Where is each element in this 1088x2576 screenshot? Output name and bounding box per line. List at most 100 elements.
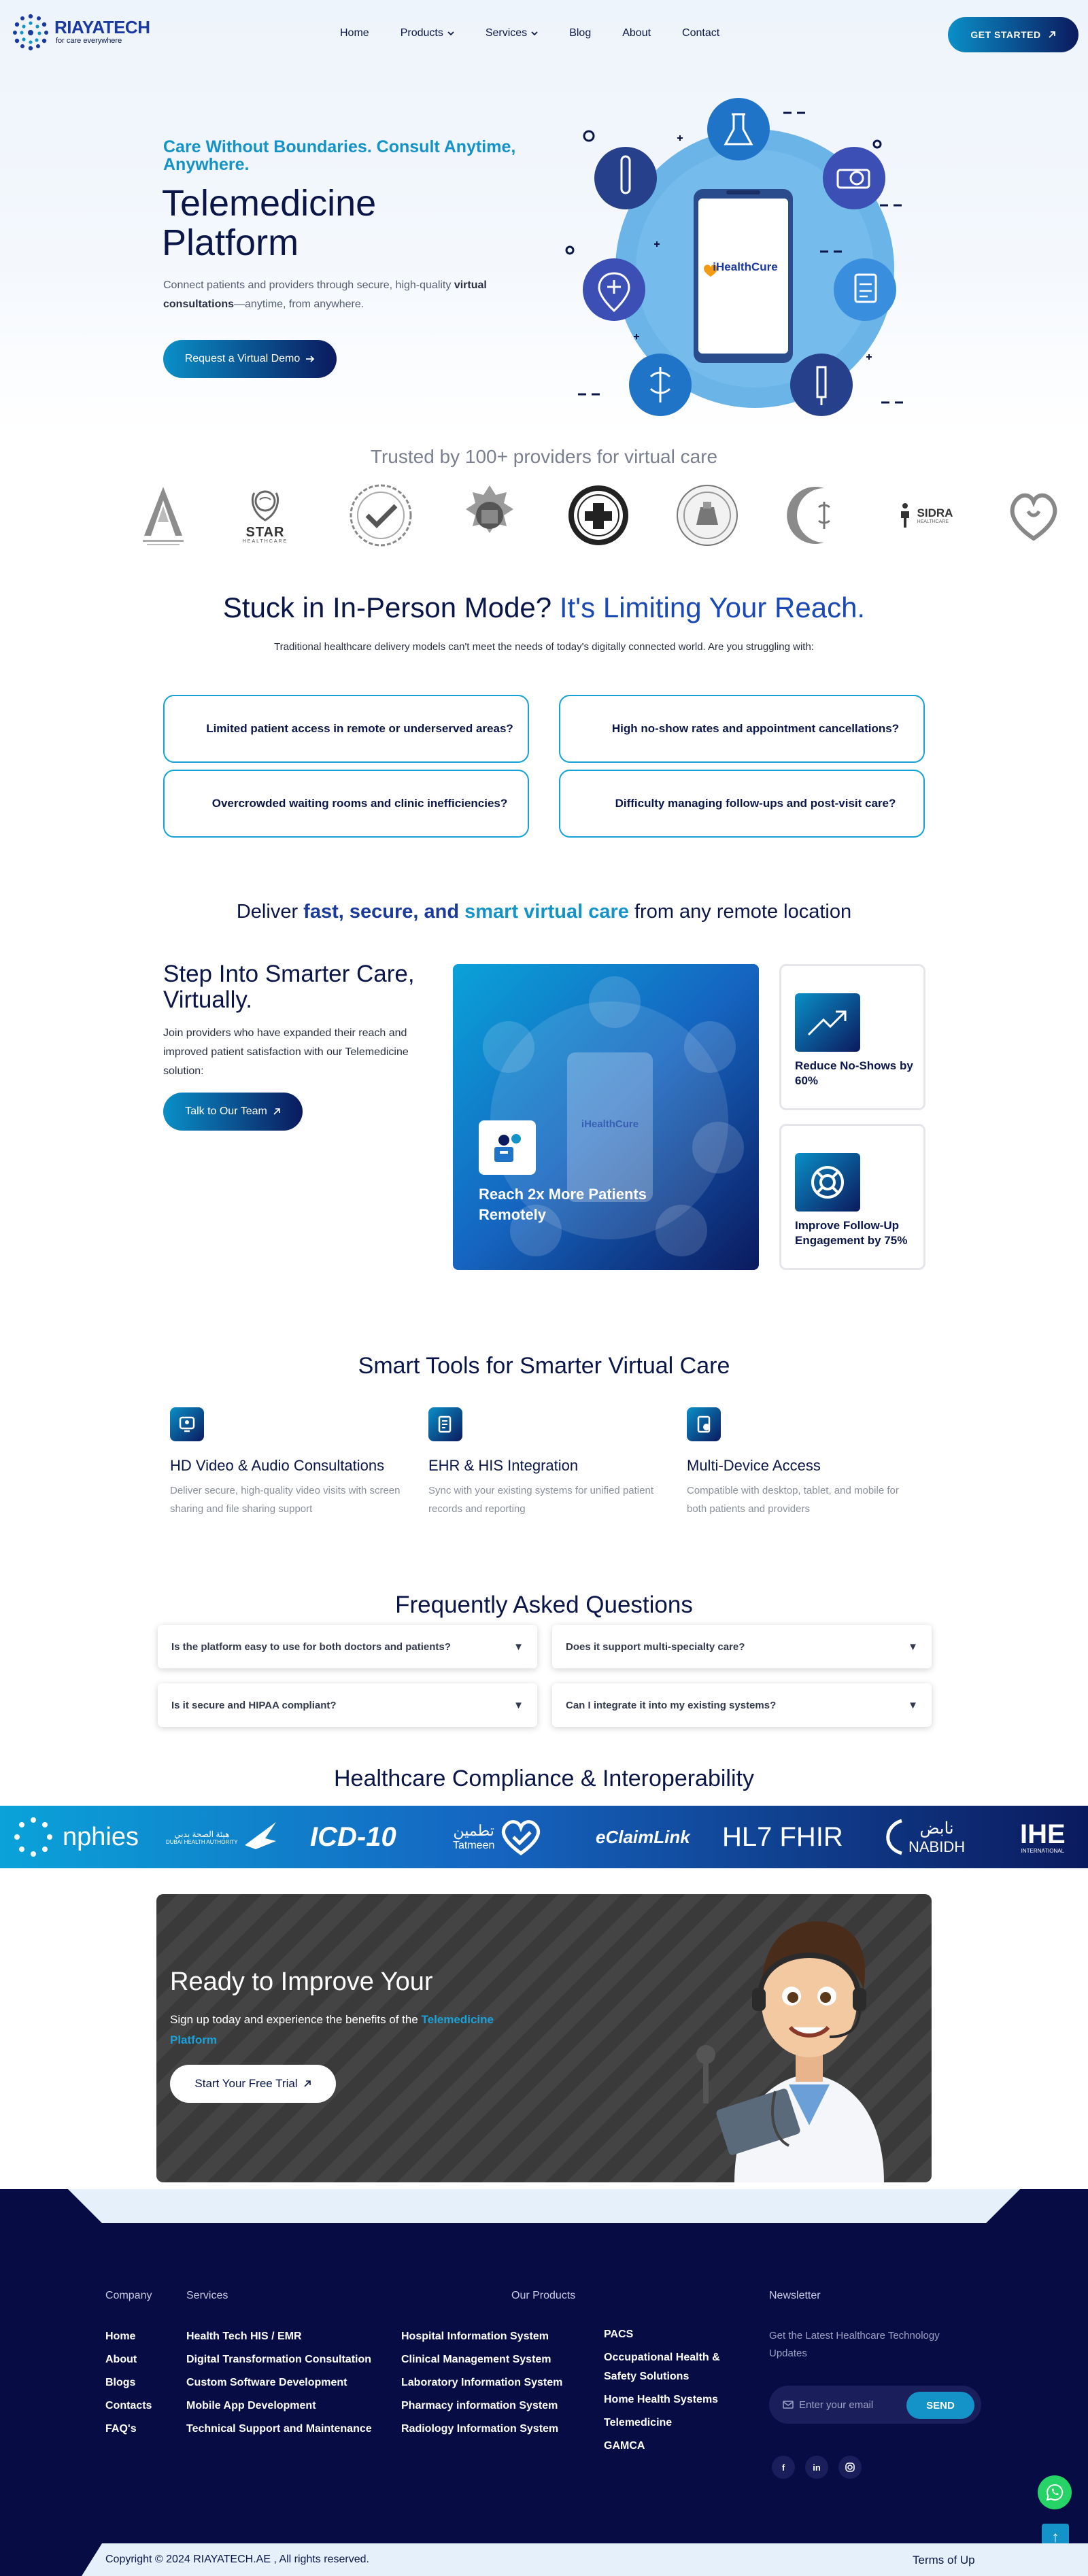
care-logo [1010,493,1057,541]
nav-home[interactable]: Home [340,27,369,39]
faq-item[interactable]: Is it secure and HIPAA compliant? ▼ [158,1683,537,1727]
footer-link[interactable]: GAMCA [604,2437,740,2456]
footer-link[interactable]: PACS [604,2325,740,2344]
footer-link[interactable]: FAQ's [105,2418,152,2441]
footer-services-heading: Services [186,2290,228,2301]
nav-blog[interactable]: Blog [569,27,591,39]
feature-card-label: Reduce No-Shows by 60% [795,1059,913,1087]
sidra-text: SIDRA [917,506,953,519]
hospital-seal-logo [677,485,738,546]
hero-illustration: iHealthCure [565,98,903,416]
arrow-up-right-icon [1048,31,1055,38]
sha-logo [143,487,184,545]
dha-arabic: هيئة الصحة بدبي [174,1829,230,1839]
logo-icon [13,14,48,51]
brand-logo[interactable]: RIAYATECH for care everywhere [11,12,150,52]
faq-item[interactable]: Can I integrate it into my existing syst… [552,1683,932,1727]
faq-question: Does it support multi-specialty care? [566,1641,745,1653]
whatsapp-icon[interactable] [1038,2475,1072,2509]
email-placeholder: Enter your email [799,2399,874,2411]
footer-link[interactable]: Blogs [105,2371,152,2394]
tatmeen-logo: تطمين Tatmeen [453,1806,543,1868]
get-started-button[interactable]: GET STARTED [948,17,1078,52]
doctor-icon [479,1120,536,1175]
heart-check-icon [502,1820,541,1856]
sidra-logo: SIDRA HEALTHCARE [884,481,966,549]
caret-down-icon: ▼ [513,1641,524,1653]
doctor-illustration [696,1921,884,2182]
records-icon [428,1407,462,1441]
tools-heading: Smart Tools for Smarter Virtual Care [358,1353,730,1379]
footer-link[interactable]: About [105,2348,152,2371]
caret-down-icon: ▼ [908,1699,918,1711]
footer-link[interactable]: Home Health Systems [604,2390,740,2409]
footer-company-heading: Company [105,2290,152,2301]
start-free-trial-button[interactable]: Start Your Free Trial [170,2065,336,2103]
talk-to-team-button[interactable]: Talk to Our Team [163,1093,303,1131]
nav-services[interactable]: Services [486,27,538,39]
footer-link[interactable]: Occupational Health & Safety Solutions [604,2348,740,2386]
ihe-logo: IHE INTERNATIONAL [1020,1806,1066,1868]
cta-title: Ready to Improve Your [170,1968,433,1996]
nabidh-logo: نابض NABIDH [880,1806,965,1868]
nav-contact[interactable]: Contact [682,27,719,39]
nav-home-label: Home [340,27,369,39]
request-demo-button[interactable]: Request a Virtual Demo [163,340,337,378]
faq-question: Is the platform easy to use for both doc… [171,1641,451,1653]
instagram-icon[interactable] [838,2456,862,2479]
feature-card-title: Reach 2x More Patients Remotely [479,1186,647,1223]
footer-link[interactable]: Laboratory Information System [401,2371,562,2394]
faq-item[interactable]: Is the platform easy to use for both doc… [158,1625,537,1668]
mail-icon [783,2401,794,2409]
footer-link[interactable]: Hospital Information System [401,2325,562,2348]
send-button[interactable]: SEND [906,2392,974,2419]
feature-card-reach: iHealthCure Reach 2x More Patients Remot… [453,964,759,1270]
sidra-mark-icon [900,503,909,528]
footer-link[interactable]: Home [105,2325,152,2348]
compliance-heading: Healthcare Compliance & Interoperability [334,1766,754,1791]
question-card: High no-show rates and appointment cance… [559,695,925,763]
nav-contact-label: Contact [682,27,720,39]
footer-link[interactable]: Clinical Management System [401,2348,562,2371]
footer-link[interactable]: Pharmacy information System [401,2394,562,2418]
faq-heading: Frequently Asked Questions [395,1592,693,1618]
crescent-logo [787,487,830,544]
trusted-title: Trusted by 100+ providers for virtual ca… [370,446,718,467]
video-call-icon [170,1407,204,1441]
footer-link[interactable]: Technical Support and Maintenance [186,2418,372,2441]
feature-card-label: Improve Follow-Up Engagement by 75% [795,1219,908,1247]
nabidh-english: NABIDH [908,1838,966,1855]
footer-link[interactable]: Health Tech HIS / EMR [186,2325,372,2348]
hero-desc-start: Connect patients and providers through s… [163,279,454,291]
ihe-subtext: INTERNATIONAL [1021,1847,1065,1854]
linkedin-icon[interactable]: in [805,2456,828,2479]
feature-card-followup: Improve Follow-Up Engagement by 75% [779,1124,925,1270]
seal-logo [350,484,412,547]
phone-brand: iHealthCure [713,260,777,273]
nav-about[interactable]: About [622,27,651,39]
devices-icon [687,1407,721,1441]
caret-down-icon: ▼ [908,1641,918,1653]
nav-products[interactable]: Products [401,27,454,39]
get-started-label: GET STARTED [970,29,1041,40]
nphies-mark-icon [14,1817,52,1857]
stuck-heading-accent: It's Limiting Your Reach. [559,591,866,623]
footer-products-heading: Our Products [511,2290,576,2301]
footer-link[interactable]: Radiology Information System [401,2418,562,2441]
footer-link[interactable]: Custom Software Development [186,2371,372,2394]
caret-down-icon: ▼ [513,1699,524,1711]
arrow-right-icon [306,356,315,362]
footer-link[interactable]: Telemedicine [604,2414,740,2433]
newsletter-description: Get the Latest Healthcare Technology Upd… [769,2330,940,2359]
footer-products-links-2: PACS Occupational Health & Safety Soluti… [604,2325,740,2456]
deliver-bold: fast, secure, and [303,901,465,923]
terms-link[interactable]: Terms of Up [913,2554,975,2567]
facebook-icon[interactable]: f [772,2456,795,2479]
footer-link[interactable]: Digital Transformation Consultation [186,2348,372,2371]
footer-link[interactable]: Contacts [105,2394,152,2418]
emblem-logo [466,485,513,533]
tool-description: Deliver secure, high-quality video visit… [170,1485,401,1515]
footer-link[interactable]: Mobile App Development [186,2394,372,2418]
faq-item[interactable]: Does it support multi-specialty care? ▼ [552,1625,932,1668]
star-figure-icon [251,490,279,521]
